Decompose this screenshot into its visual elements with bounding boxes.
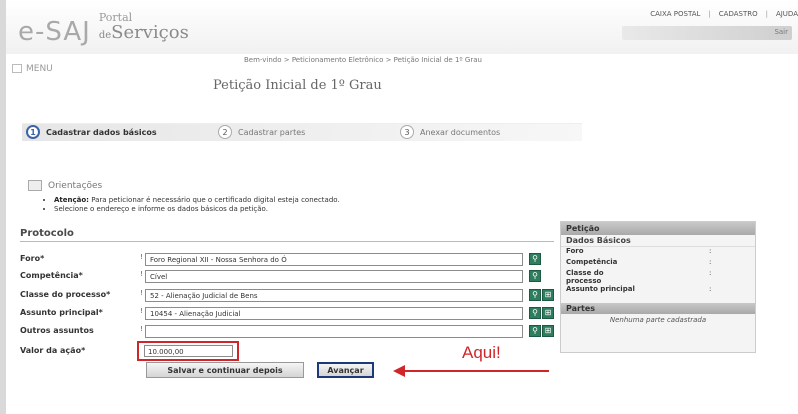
step-progress: 1 Cadastrar dados básicos 2 Cadastrar part… bbox=[22, 123, 582, 141]
assunto-field[interactable]: 10454 - Alienação Judicial bbox=[145, 307, 523, 320]
divider bbox=[20, 241, 554, 242]
competencia-row: Competência* ! Cível ⚲ bbox=[20, 270, 555, 284]
search-icon[interactable]: ⚲ bbox=[529, 307, 541, 319]
search-icon[interactable]: ⚲ bbox=[529, 289, 541, 301]
save-continue-button[interactable]: Salvar e continuar depois bbox=[146, 362, 304, 378]
orientations-list: Atenção: Para peticionar é necessário qu… bbox=[54, 196, 340, 214]
panel-parties-empty: Nenhuma parte cadastrada bbox=[609, 316, 707, 324]
orientation-item: Atenção: Para peticionar é necessário qu… bbox=[54, 196, 340, 205]
link-caixa-postal[interactable]: CAIXA POSTAL bbox=[650, 10, 700, 18]
page: e-SAJ Portal deServiços CAIXA POSTAL | C… bbox=[6, 0, 798, 414]
search-icon[interactable]: ⚲ bbox=[529, 325, 541, 337]
advance-button[interactable]: Avançar bbox=[317, 362, 374, 378]
classe-label: Classe do processo* bbox=[20, 290, 111, 299]
panel-title: Petição bbox=[561, 222, 755, 235]
competencia-label: Competência* bbox=[20, 271, 83, 280]
user-area: Sair bbox=[622, 26, 792, 40]
logo-mark: e-SAJ bbox=[18, 17, 91, 47]
classe-row: Classe do processo* ! 52 - Alienação Jud… bbox=[20, 289, 555, 303]
search-icon[interactable]: ⚲ bbox=[529, 253, 541, 265]
foro-field[interactable]: Foro Regional XII - Nossa Senhora do Ó bbox=[145, 253, 523, 266]
link-ajuda[interactable]: AJUDA bbox=[776, 10, 798, 18]
assunto-label: Assunto principal* bbox=[20, 308, 103, 317]
protocol-title: Protocolo bbox=[20, 228, 74, 239]
arrow-icon bbox=[393, 365, 549, 377]
outros-field[interactable] bbox=[145, 325, 523, 338]
step-basic-data: 1 Cadastrar dados básicos bbox=[26, 125, 157, 139]
logout-link[interactable]: Sair bbox=[774, 28, 788, 36]
breadcrumb: Bem-vindo > Peticionamento Eletrônico > … bbox=[244, 56, 482, 64]
highlight-box bbox=[137, 341, 239, 361]
outros-label: Outros assuntos bbox=[20, 326, 94, 335]
logo[interactable]: e-SAJ Portal deServiços bbox=[18, 12, 189, 47]
link-cadastro[interactable]: CADASTRO bbox=[719, 10, 758, 18]
orientations-title: Orientações bbox=[28, 180, 102, 191]
logo-subtitle: Portal deServiços bbox=[99, 12, 189, 45]
header: e-SAJ Portal deServiços CAIXA POSTAL | C… bbox=[6, 0, 798, 54]
panel-row: Classe do processo: bbox=[566, 269, 712, 285]
petition-summary-panel: Petição Dados Básicos Foro: Competência:… bbox=[560, 221, 756, 353]
menu-toggle[interactable]: MENU bbox=[12, 64, 112, 80]
competencia-field[interactable]: Cível bbox=[145, 270, 523, 283]
page-title: Petição Inicial de 1º Grau bbox=[213, 78, 382, 93]
panel-parties-title: Partes bbox=[561, 303, 755, 314]
panel-row: Foro: bbox=[566, 247, 712, 255]
logo-line2: deServiços bbox=[98, 22, 189, 43]
outros-row: Outros assuntos ! ⚲ ⊞ bbox=[20, 325, 555, 339]
search-icon[interactable]: ⚲ bbox=[529, 270, 541, 282]
panel-row: Competência: bbox=[566, 258, 712, 266]
step-parties: 2 Cadastrar partes bbox=[218, 125, 305, 139]
foro-row: Foro* ! Foro Regional XII - Nossa Senhor… bbox=[20, 253, 555, 267]
top-links: CAIXA POSTAL | CADASTRO | AJUDA bbox=[650, 10, 798, 18]
step-documents: 3 Anexar documentos bbox=[400, 125, 500, 139]
panel-row: Assunto principal: bbox=[566, 285, 712, 293]
tree-icon[interactable]: ⊞ bbox=[542, 307, 554, 319]
valor-label: Valor da ação* bbox=[20, 346, 86, 355]
foro-label: Foro* bbox=[20, 254, 45, 263]
info-icon bbox=[28, 180, 42, 191]
menu-icon bbox=[12, 64, 22, 73]
classe-field[interactable]: 52 - Alienação Judicial de Bens bbox=[145, 289, 523, 302]
annotation-text: Aqui! bbox=[462, 343, 501, 362]
orientation-item: Selecione o endereço e informe os dados … bbox=[54, 205, 340, 214]
tree-icon[interactable]: ⊞ bbox=[542, 289, 554, 301]
tree-icon[interactable]: ⊞ bbox=[542, 325, 554, 337]
assunto-row: Assunto principal* ! 10454 - Alienação J… bbox=[20, 307, 555, 321]
panel-subtitle: Dados Básicos bbox=[561, 235, 755, 247]
